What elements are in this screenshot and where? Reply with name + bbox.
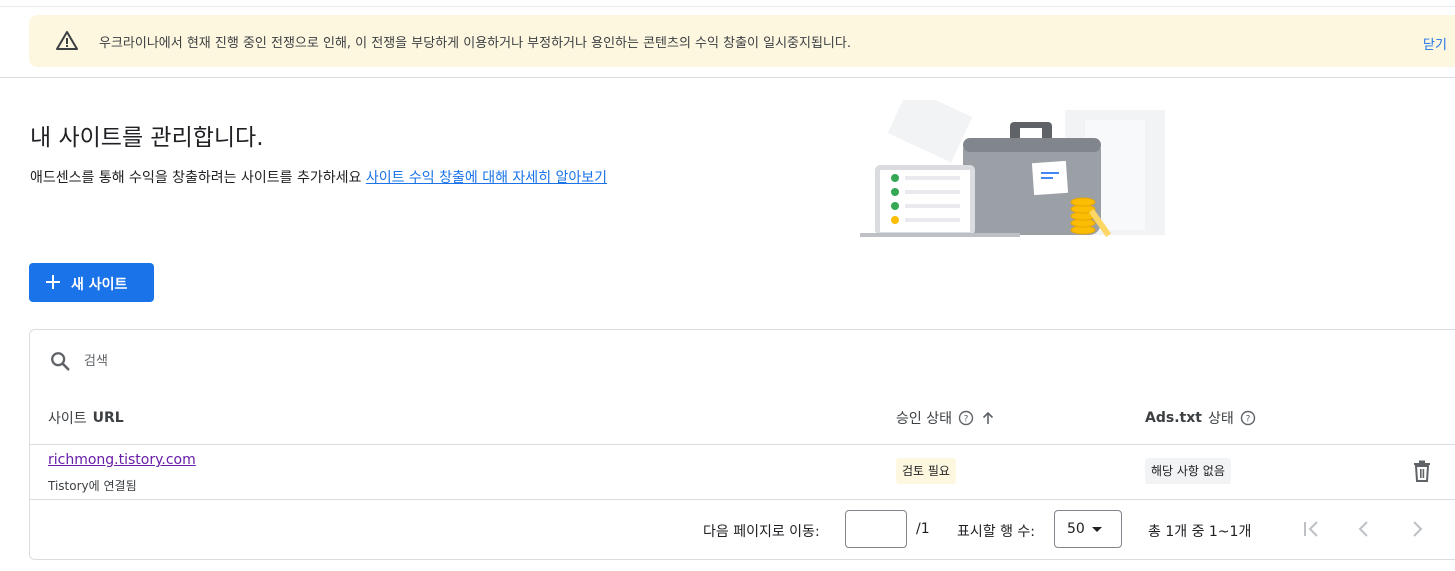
briefcase-laptop-illustration <box>860 100 1165 238</box>
goto-page-input[interactable] <box>845 510 907 548</box>
banner-close-button[interactable]: 닫기 <box>1423 34 1447 53</box>
rows-per-page-select[interactable]: 50 <box>1054 510 1122 548</box>
war-notice-banner: 우크라이나에서 현재 진행 중인 전쟁으로 인해, 이 전쟁을 부당하게 이용하… <box>29 15 1455 67</box>
table-divider <box>30 444 1455 445</box>
help-icon[interactable]: ? <box>958 410 974 426</box>
first-page-icon[interactable] <box>1299 517 1323 541</box>
column-site-url-bold: URL <box>92 410 124 426</box>
column-site-url-prefix: 사이트 <box>48 411 87 427</box>
page-title: 내 사이트를 관리합니다. <box>30 125 264 151</box>
site-url-link[interactable]: richmong.tistory.com <box>48 452 196 468</box>
top-divider <box>0 6 1455 7</box>
site-connection-label: Tistory에 연결됨 <box>48 479 137 493</box>
trash-icon[interactable] <box>1412 460 1432 482</box>
previous-page-icon[interactable] <box>1352 517 1376 541</box>
column-header-ads-txt[interactable]: Ads.txt 상태 ? <box>1145 408 1256 428</box>
column-approval-label: 승인 상태 <box>896 411 952 427</box>
description-text: 애드센스를 통해 수익을 창출하려는 사이트를 추가하세요 <box>30 170 362 186</box>
range-label: 총 1개 중 1~1개 <box>1148 524 1252 540</box>
table-divider <box>30 499 1455 500</box>
new-site-label: 새 사이트 <box>71 277 128 293</box>
total-pages-label: /1 <box>916 521 930 537</box>
help-icon[interactable]: ? <box>1240 410 1256 426</box>
column-header-approval-status[interactable]: 승인 상태 ? <box>896 408 996 428</box>
sites-table-card: 사이트 URL 승인 상태 ? Ads.txt 상태 ? richmong.ti… <box>29 329 1455 560</box>
search-icon[interactable] <box>49 350 71 372</box>
svg-text:?: ? <box>964 415 969 425</box>
sort-arrow-up-icon[interactable] <box>980 410 996 426</box>
goto-page-label: 다음 페이지로 이동: <box>703 524 820 540</box>
column-header-site-url[interactable]: 사이트 URL <box>48 408 124 428</box>
search-input[interactable] <box>82 348 486 374</box>
column-ads-txt-bold: Ads.txt <box>1145 410 1202 426</box>
approval-status-badge: 검토 필요 <box>896 458 956 484</box>
column-ads-txt-suffix: 상태 <box>1207 411 1234 427</box>
rows-per-page-value: 50 <box>1067 521 1085 537</box>
page-description: 애드센스를 통해 수익을 창출하려는 사이트를 추가하세요 사이트 수익 창출에… <box>30 167 607 187</box>
banner-separator <box>0 77 1455 78</box>
banner-message: 우크라이나에서 현재 진행 중인 전쟁으로 인해, 이 전쟁을 부당하게 이용하… <box>99 36 851 51</box>
chevron-down-icon <box>1092 527 1102 532</box>
plus-icon <box>46 275 60 289</box>
new-site-button[interactable]: 새 사이트 <box>29 263 154 302</box>
svg-text:?: ? <box>1245 415 1250 425</box>
learn-more-link[interactable]: 사이트 수익 창출에 대해 자세히 알아보기 <box>366 170 607 186</box>
warning-icon <box>56 31 78 50</box>
rows-per-page-label: 표시할 행 수: <box>957 524 1036 540</box>
ads-txt-status-badge: 해당 사항 없음 <box>1145 458 1231 484</box>
next-page-icon[interactable] <box>1405 517 1429 541</box>
